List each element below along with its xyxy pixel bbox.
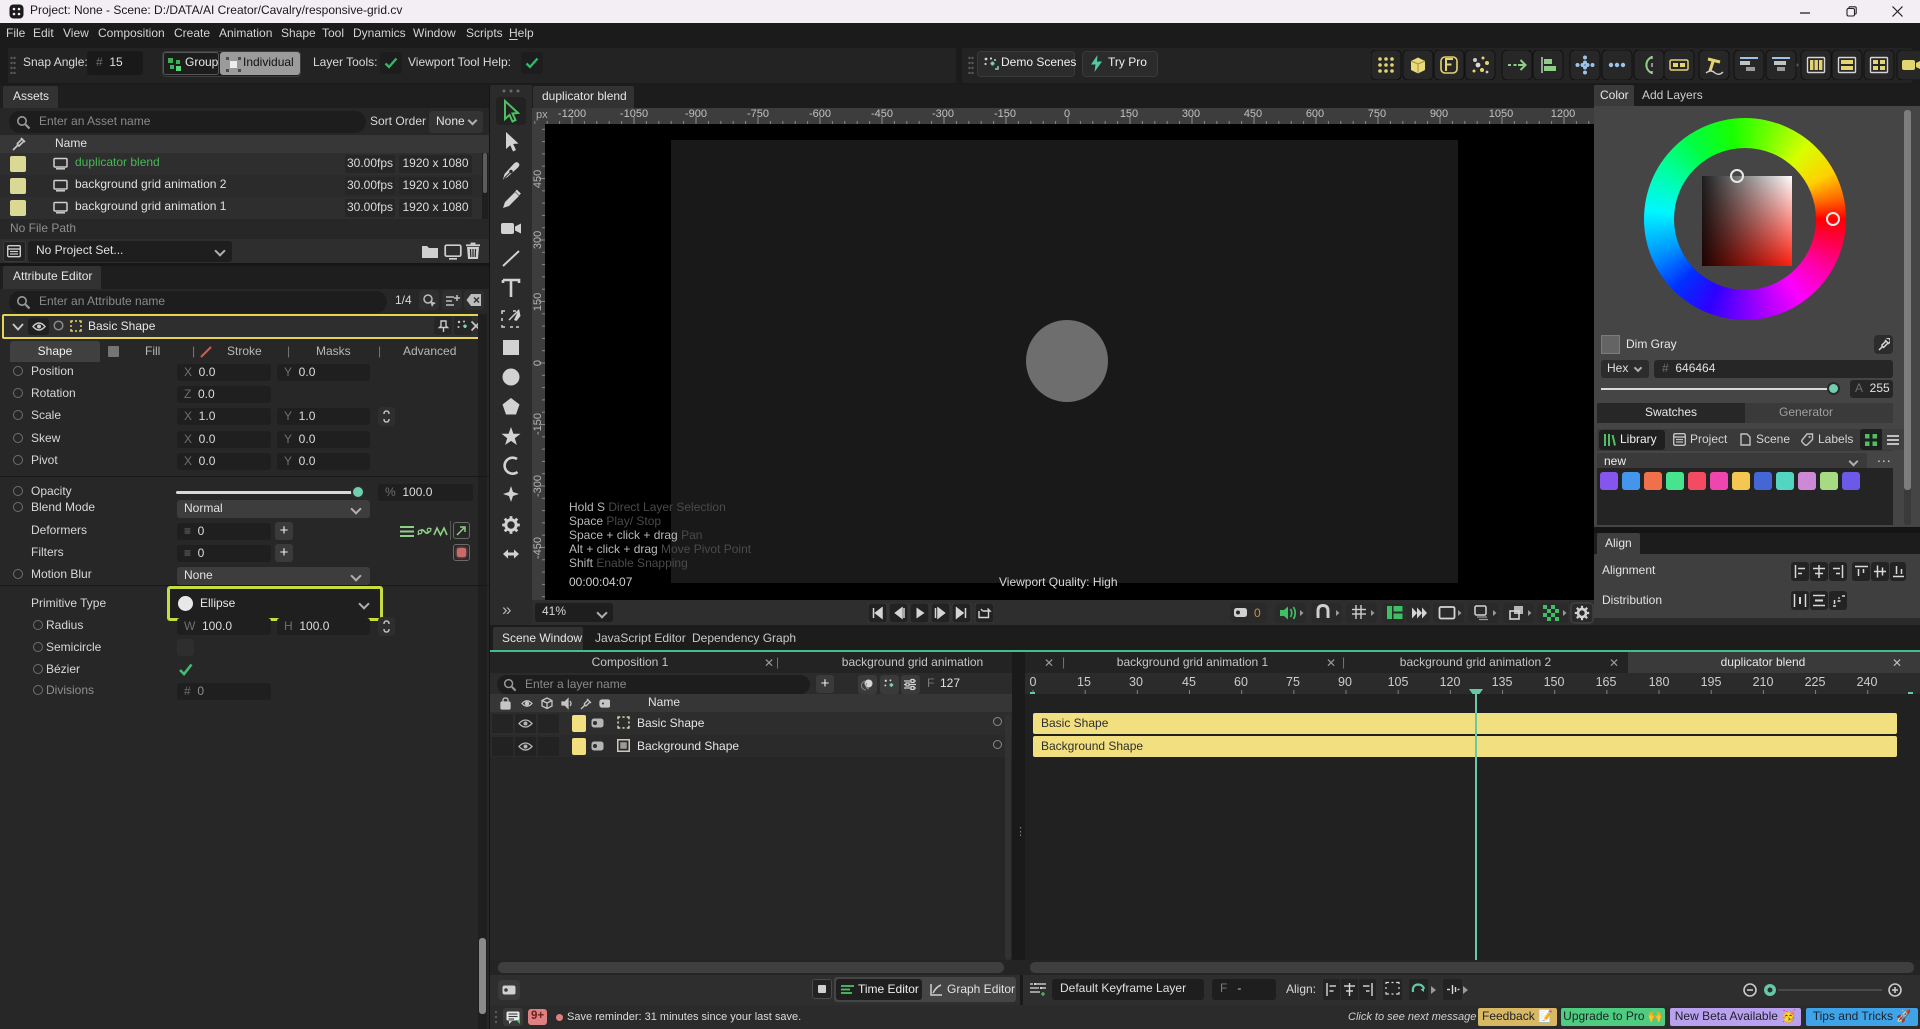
- svg-text:150: 150: [1544, 675, 1565, 689]
- svg-text:75: 75: [1286, 675, 1300, 689]
- svg-text:135: 135: [1492, 675, 1513, 689]
- svg-text:-150: -150: [532, 413, 544, 435]
- svg-text:-450: -450: [532, 537, 544, 559]
- svg-text:90: 90: [1338, 675, 1352, 689]
- svg-text:180: 180: [1649, 675, 1670, 689]
- svg-text:300: 300: [532, 231, 544, 249]
- svg-text:150: 150: [532, 293, 544, 311]
- svg-text:»: »: [502, 600, 511, 619]
- svg-text:15: 15: [1077, 675, 1091, 689]
- svg-text:165: 165: [1596, 675, 1617, 689]
- svg-text:30: 30: [1129, 675, 1143, 689]
- svg-text:120: 120: [1440, 675, 1461, 689]
- svg-text:0: 0: [1254, 606, 1261, 620]
- svg-text:240: 240: [1857, 675, 1878, 689]
- svg-text:450: 450: [532, 170, 544, 188]
- svg-text:-300: -300: [532, 475, 544, 497]
- svg-text:210: 210: [1753, 675, 1774, 689]
- svg-text:195: 195: [1701, 675, 1722, 689]
- svg-text:0: 0: [532, 360, 544, 366]
- svg-text:105: 105: [1388, 675, 1409, 689]
- svg-text:45: 45: [1182, 675, 1196, 689]
- svg-text:0: 0: [1030, 675, 1037, 689]
- svg-text:60: 60: [1234, 675, 1248, 689]
- svg-text:225: 225: [1805, 675, 1826, 689]
